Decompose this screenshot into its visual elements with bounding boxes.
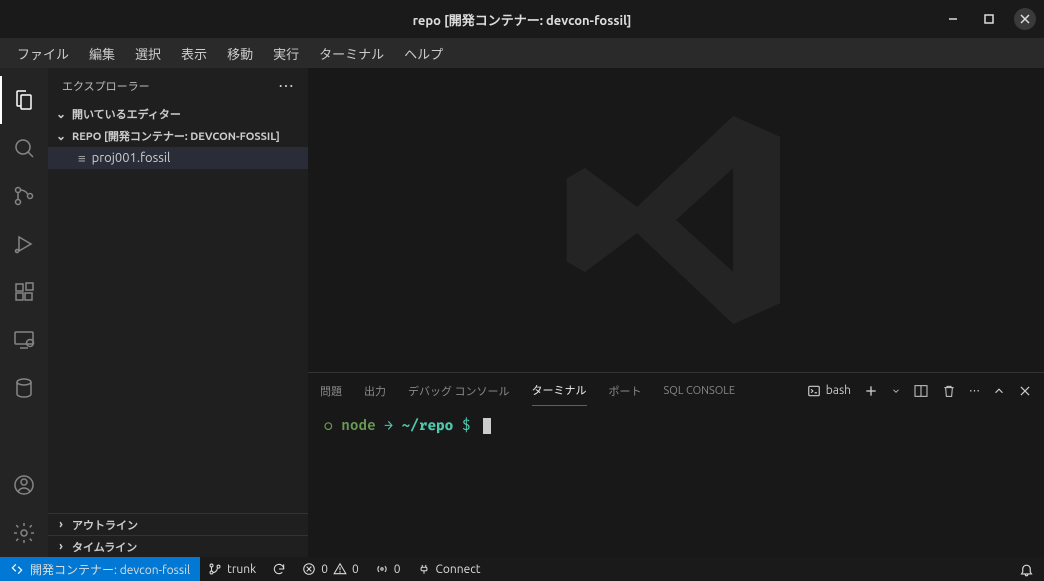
menu-edit[interactable]: 編集 [80,42,124,65]
warning-icon [333,562,347,576]
section-outline[interactable]: › アウトライン [48,513,308,535]
error-icon [302,562,316,576]
menu-help[interactable]: ヘルプ [395,42,452,65]
terminal-node-label: node [341,418,375,435]
editor-area: 問題 出力 デバッグ コンソール ターミナル ポート SQL CONSOLE b… [308,68,1044,557]
vscode-watermark-icon [546,90,806,350]
terminal-kind-selector[interactable]: bash [807,384,851,398]
menu-file[interactable]: ファイル [8,42,78,65]
terminal-profile-icon [807,384,821,398]
menu-terminal[interactable]: ターミナル [310,42,393,65]
section-label: REPO [開発コンテナー: DEVCON-FOSSIL] [72,128,280,144]
panel-close-icon[interactable] [1018,384,1032,398]
terminal-kind-label: bash [826,384,851,397]
activity-debug-icon[interactable] [0,220,48,268]
status-remote-label: 開発コンテナー: devcon-fossil [30,561,190,578]
chevron-right-icon: › [54,518,68,531]
panel-maximize-icon[interactable] [992,384,1006,398]
status-remote-indicator[interactable]: 開発コンテナー: devcon-fossil [0,557,200,581]
explorer-more-icon[interactable]: ⋯ [278,76,294,95]
activity-scm-icon[interactable] [0,172,48,220]
status-ports-count: 0 [394,563,401,576]
activity-extensions-icon[interactable] [0,268,48,316]
activity-database-icon[interactable] [0,364,48,412]
window-title: repo [開発コンテナー: devcon-fossil] [413,10,632,29]
activity-explorer-icon[interactable] [0,76,48,124]
tab-problems[interactable]: 問題 [320,376,342,406]
radio-icon [375,562,389,576]
chevron-down-icon: ⌄ [54,129,68,143]
tab-terminal[interactable]: ターミナル [532,375,587,406]
menubar: ファイル 編集 選択 表示 移動 実行 ターミナル ヘルプ [0,38,1044,68]
tab-debug-console[interactable]: デバッグ コンソール [408,376,510,406]
minimize-button[interactable] [942,8,964,30]
split-terminal-icon[interactable] [913,383,929,399]
section-timeline[interactable]: › タイムライン [48,535,308,557]
workspace: エクスプローラー ⋯ ⌄ 開いているエディター ⌄ REPO [開発コンテナー:… [0,68,1044,557]
status-errors-count: 0 [321,563,328,576]
remote-icon [10,562,24,576]
section-label: 開いているエディター [72,106,181,122]
status-sync[interactable] [264,557,294,581]
activity-bar [0,68,48,557]
section-open-editors[interactable]: ⌄ 開いているエディター [48,103,308,125]
status-problems[interactable]: 0 0 [294,557,367,581]
menu-view[interactable]: 表示 [172,42,216,65]
panel-tabs: 問題 出力 デバッグ コンソール ターミナル ポート SQL CONSOLE b… [308,373,1044,408]
terminal-path-prefix: ~/ [402,418,419,435]
explorer-sidebar: エクスプローラー ⋯ ⌄ 開いているエディター ⌄ REPO [開発コンテナー:… [48,68,308,557]
terminal-cursor [483,418,491,434]
terminal-dropdown-icon[interactable] [891,386,901,396]
chevron-right-icon: › [54,540,68,553]
terminal-arrow: → [384,418,393,435]
menu-go[interactable]: 移動 [218,42,262,65]
kill-terminal-icon[interactable] [941,383,957,399]
close-button[interactable] [1014,8,1036,30]
plug-icon [417,562,431,576]
explorer-header: エクスプローラー ⋯ [48,68,308,103]
section-repo[interactable]: ⌄ REPO [開発コンテナー: DEVCON-FOSSIL] [48,125,308,147]
file-name: proj001.fossil [92,151,171,165]
bottom-panel: 問題 出力 デバッグ コンソール ターミナル ポート SQL CONSOLE b… [308,372,1044,557]
status-connect[interactable]: Connect [409,557,489,581]
menu-selection[interactable]: 選択 [126,42,170,65]
chevron-down-icon: ⌄ [54,107,68,121]
file-icon: ≡ [78,151,86,166]
section-label: アウトライン [72,517,138,533]
status-ports[interactable]: 0 [367,557,409,581]
explorer-tree: ⌄ 開いているエディター ⌄ REPO [開発コンテナー: DEVCON-FOS… [48,103,308,513]
section-label: タイムライン [72,539,137,555]
activity-account-icon[interactable] [0,461,48,509]
explorer-bottom: › アウトライン › タイムライン [48,513,308,557]
status-branch-label: trunk [227,563,256,576]
status-connect-label: Connect [436,563,481,576]
terminal-content[interactable]: ○ node → ~/repo $ [308,408,1044,557]
editor-empty [308,68,1044,372]
terminal-path-repo: repo [419,418,453,435]
titlebar: repo [開発コンテナー: devcon-fossil] [0,0,1044,38]
window-controls [942,8,1036,30]
status-notifications-icon[interactable] [1009,562,1044,577]
branch-icon [208,562,222,576]
panel-more-icon[interactable]: ⋯ [969,384,980,397]
activity-search-icon[interactable] [0,124,48,172]
status-warnings-count: 0 [352,563,359,576]
status-branch[interactable]: trunk [200,557,264,581]
explorer-title: エクスプローラー [62,78,150,94]
menu-run[interactable]: 実行 [264,42,308,65]
activity-settings-icon[interactable] [0,509,48,557]
tab-output[interactable]: 出力 [364,376,386,406]
maximize-button[interactable] [978,8,1000,30]
new-terminal-icon[interactable] [863,383,879,399]
file-row[interactable]: ≡ proj001.fossil [48,147,308,169]
sync-icon [272,562,286,576]
tab-sql-console[interactable]: SQL CONSOLE [664,378,736,404]
terminal-status-dot: ○ [324,418,333,435]
statusbar: 開発コンテナー: devcon-fossil trunk 0 0 0 Conne… [0,557,1044,581]
tab-ports[interactable]: ポート [609,376,642,406]
terminal-prompt: $ [462,418,471,435]
activity-remote-explorer-icon[interactable] [0,316,48,364]
